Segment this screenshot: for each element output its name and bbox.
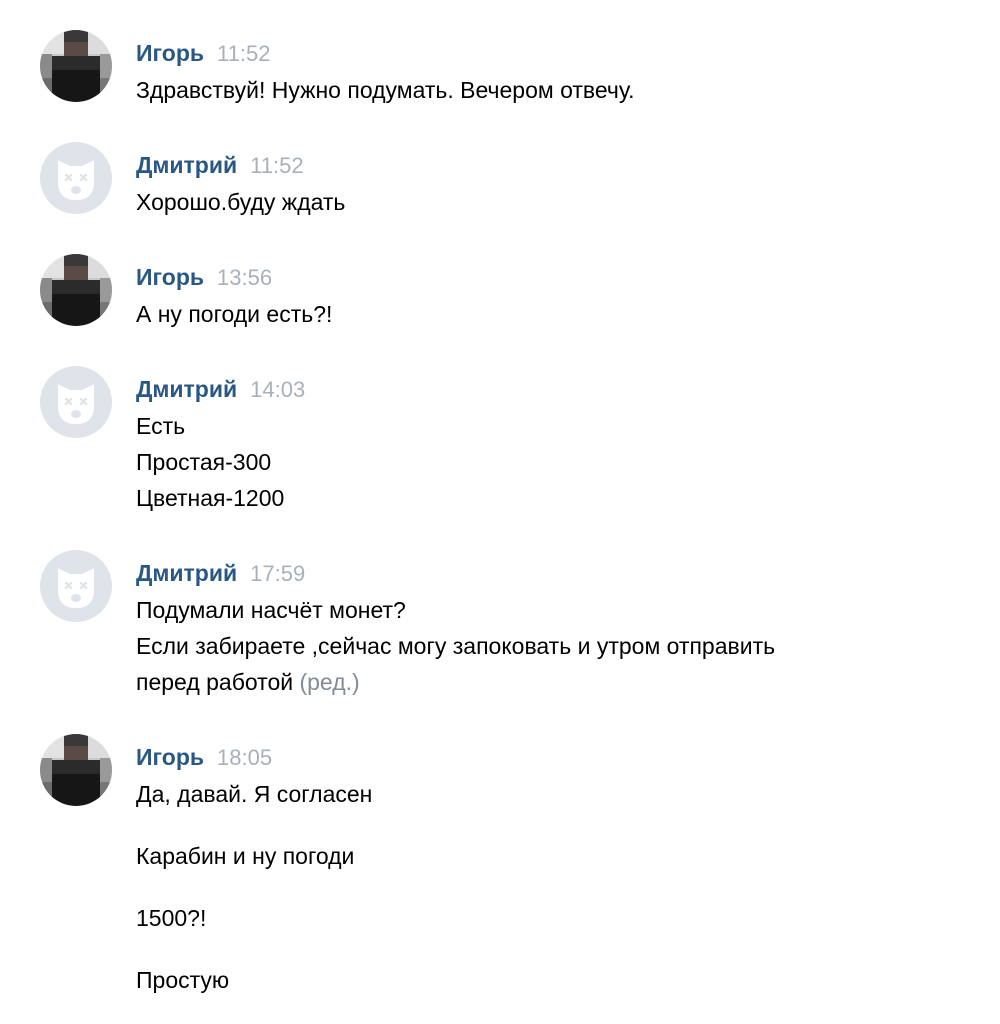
user-photo-icon	[40, 734, 112, 806]
message-text: А ну погоди есть?!	[136, 296, 956, 332]
avatar[interactable]	[40, 142, 112, 214]
author-name[interactable]: Дмитрий	[136, 560, 237, 586]
default-dog-avatar-icon	[40, 366, 112, 438]
message-line: Подумали насчёт монет?	[136, 597, 406, 623]
message-time[interactable]: 13:56	[217, 265, 272, 290]
avatar[interactable]	[40, 30, 112, 102]
message-time[interactable]: 11:52	[250, 153, 303, 178]
message-line: Хорошо.буду ждать	[136, 189, 346, 215]
author-name[interactable]: Дмитрий	[136, 376, 237, 402]
message-time[interactable]: 11:52	[217, 41, 270, 66]
message-header: Дмитрий 11:52	[136, 152, 304, 179]
message-line: Если забираете ,сейчас могу запоковать и…	[136, 633, 776, 659]
message-text: Здравствуй! Нужно подумать. Вечером отве…	[136, 72, 956, 108]
avatar[interactable]	[40, 734, 112, 806]
message-header: Игорь 18:05	[136, 744, 272, 771]
message-text: Подумали насчёт монет? Если забираете ,с…	[136, 592, 956, 700]
message-text: Хорошо.буду ждать	[136, 184, 956, 220]
message-line: Да, давай. Я согласен	[136, 781, 373, 807]
message-text: Да, давай. Я согласен Карабин и ну погод…	[136, 776, 956, 998]
message-time[interactable]: 17:59	[250, 561, 305, 586]
user-photo-icon	[40, 30, 112, 102]
message-line-text: перед работой	[136, 669, 294, 695]
message-header: Дмитрий 17:59	[136, 560, 305, 587]
followup-message: Простую	[136, 967, 230, 993]
author-name[interactable]: Игорь	[136, 40, 204, 66]
message-line: Здравствуй! Нужно подумать. Вечером отве…	[136, 77, 635, 103]
message-line: Простая-300	[136, 449, 272, 475]
message-header: Игорь 11:52	[136, 40, 270, 67]
user-photo-icon	[40, 254, 112, 326]
message-line: А ну погоди есть?!	[136, 301, 333, 327]
message-text: Есть Простая-300 Цветная-1200	[136, 408, 956, 516]
default-dog-avatar-icon	[40, 550, 112, 622]
author-name[interactable]: Дмитрий	[136, 152, 237, 178]
avatar[interactable]	[40, 550, 112, 622]
avatar[interactable]	[40, 366, 112, 438]
message-time[interactable]: 18:05	[217, 745, 272, 770]
message-line: Есть	[136, 413, 186, 439]
author-name[interactable]: Игорь	[136, 744, 204, 770]
message-time[interactable]: 14:03	[250, 377, 305, 402]
avatar[interactable]	[40, 254, 112, 326]
message-line: перед работой (ред.)	[136, 664, 956, 700]
author-name[interactable]: Игорь	[136, 264, 204, 290]
default-dog-avatar-icon	[40, 142, 112, 214]
message-header: Игорь 13:56	[136, 264, 272, 291]
followup-message: 1500?!	[136, 905, 207, 931]
message-line: Цветная-1200	[136, 485, 285, 511]
followup-message: Карабин и ну погоди	[136, 843, 355, 869]
edited-label[interactable]: (ред.)	[299, 669, 359, 695]
message-header: Дмитрий 14:03	[136, 376, 305, 403]
